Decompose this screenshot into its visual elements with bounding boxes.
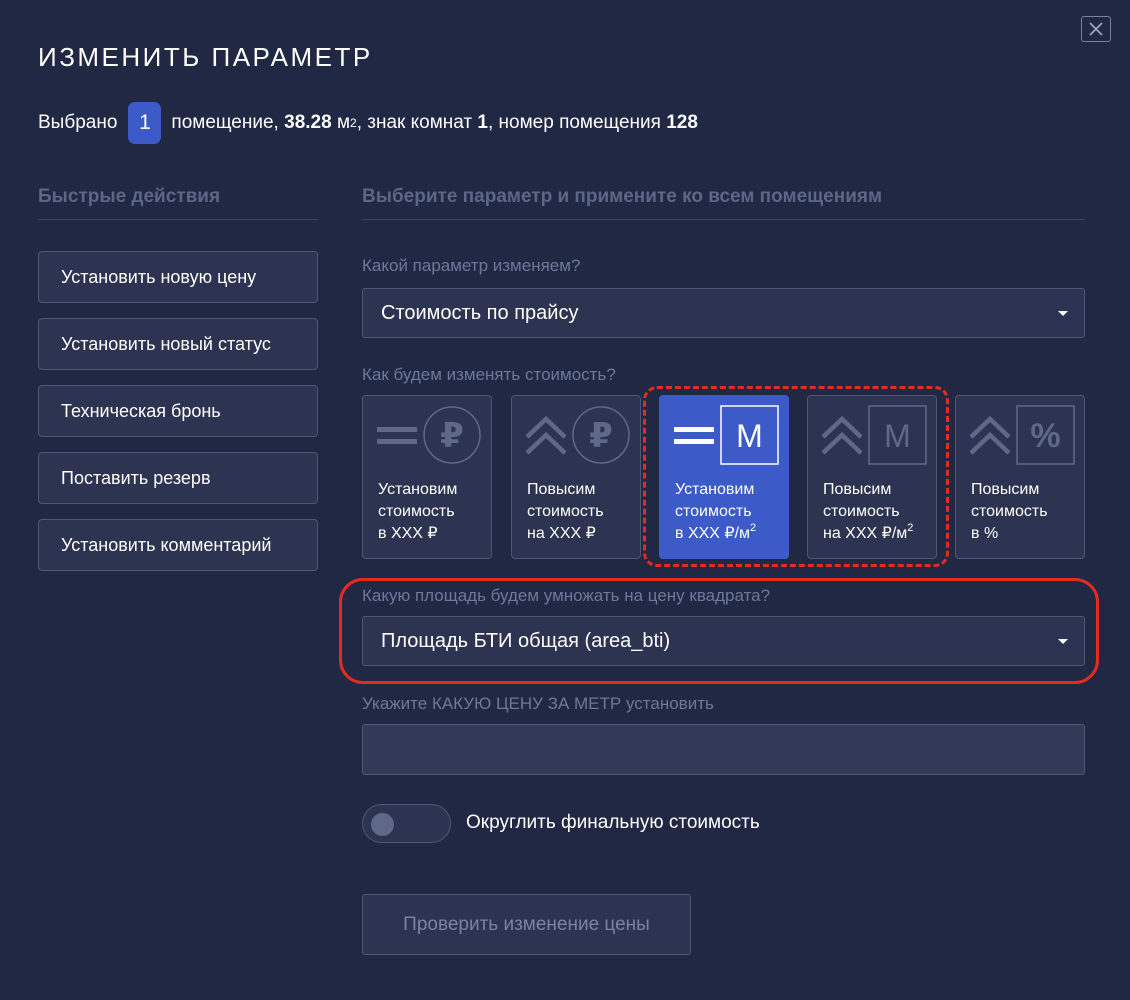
- raise-percent-icon: %: [969, 405, 1075, 465]
- selection-rooms: 1: [477, 112, 488, 133]
- method-card-line3: в %: [971, 525, 999, 542]
- raise-ruble-icon: ₽: [525, 406, 630, 464]
- dialog-title: ИЗМЕНИТЬ ПАРАМЕТР: [38, 42, 373, 72]
- close-icon: [1089, 22, 1103, 36]
- method-card-line2: стоимость: [527, 503, 604, 520]
- method-card-line3: на XXX ₽/м2: [823, 522, 914, 543]
- round-toggle[interactable]: [362, 804, 451, 843]
- param-field-label: Какой параметр изменяем?: [362, 256, 581, 275]
- price-per-meter-input[interactable]: [362, 724, 1085, 775]
- method-card-line2: стоимость: [378, 503, 455, 520]
- svg-text:₽: ₽: [589, 416, 613, 456]
- svg-text:M: M: [736, 418, 763, 454]
- method-card-raise-rub[interactable]: ₽ Повысим стоимость на XXX ₽: [511, 395, 641, 559]
- selection-number: 128: [666, 112, 698, 133]
- selection-area-unit: м: [336, 112, 351, 133]
- selection-unit-text: помещение,: [171, 112, 279, 133]
- method-card-line2: стоимость: [823, 503, 900, 520]
- selection-prefix: Выбрано: [38, 112, 118, 133]
- chevron-down-icon: [1058, 639, 1068, 644]
- method-card-set-rub[interactable]: ₽ Установим стоимость в XXX ₽: [362, 395, 492, 559]
- svg-text:₽: ₽: [440, 416, 464, 456]
- equals-ruble-icon: ₽: [377, 406, 481, 464]
- selection-number-label: , номер помещения: [487, 112, 661, 133]
- method-card-raise-rub-per-m2[interactable]: M Повысим стоимость на XXX ₽/м2: [807, 395, 937, 559]
- set-reserve-button[interactable]: Поставить резерв: [38, 452, 318, 504]
- price-field-label: Укажите КАКУЮ ЦЕНУ ЗА МЕТР установить: [362, 694, 714, 713]
- close-button[interactable]: [1081, 16, 1111, 42]
- selection-count-badge: 1: [128, 102, 162, 144]
- method-card-line2: стоимость: [971, 503, 1048, 520]
- chevron-down-icon: [1058, 311, 1068, 316]
- method-card-line1: Повысим: [527, 481, 596, 498]
- method-card-line1: Повысим: [823, 481, 892, 498]
- param-section-heading: Выберите параметр и примените ко всем по…: [362, 186, 1085, 220]
- method-card-set-rub-per-m2[interactable]: M Установим стоимость в XXX ₽/м2: [659, 395, 789, 559]
- method-card-line3: в XXX ₽: [378, 525, 438, 542]
- selection-area-sup: 2: [350, 116, 357, 130]
- area-field-label: Какую площадь будем умножать на цену ква…: [362, 586, 771, 605]
- selection-area: 38.28: [284, 112, 332, 133]
- quick-actions-heading: Быстрые действия: [38, 186, 318, 220]
- round-toggle-label: Округлить финальную стоимость: [466, 812, 760, 833]
- check-price-change-button[interactable]: Проверить изменение цены: [362, 894, 691, 955]
- method-card-raise-percent[interactable]: % Повысим стоимость в %: [955, 395, 1085, 559]
- param-select-value: Стоимость по прайсу: [381, 301, 579, 324]
- equals-meter-icon: M: [674, 405, 779, 465]
- selection-rooms-label: , знак комнат: [356, 112, 473, 133]
- method-card-line1: Повысим: [971, 481, 1040, 498]
- quick-actions-panel: Быстрые действия Установить новую цену У…: [38, 186, 318, 571]
- method-card-line3: на XXX ₽: [527, 525, 596, 542]
- technical-booking-button[interactable]: Техническая бронь: [38, 385, 318, 437]
- set-new-price-button[interactable]: Установить новую цену: [38, 251, 318, 303]
- set-comment-button[interactable]: Установить комментарий: [38, 519, 318, 571]
- method-field-label: Как будем изменять стоимость?: [362, 365, 616, 384]
- raise-meter-icon: M: [821, 405, 927, 465]
- area-select[interactable]: Площадь БТИ общая (area_bti): [362, 616, 1085, 666]
- svg-text:%: %: [1030, 417, 1060, 455]
- param-panel: Выберите параметр и примените ко всем по…: [362, 186, 1085, 385]
- svg-text:M: M: [884, 418, 911, 454]
- selection-summary: Выбрано 1 помещение, 38.28 м2, знак комн…: [38, 102, 698, 144]
- method-card-line2: стоимость: [675, 503, 752, 520]
- method-card-line1: Установим: [378, 481, 458, 498]
- method-card-line3: в XXX ₽/м2: [675, 522, 757, 543]
- toggle-knob: [371, 813, 394, 836]
- param-select[interactable]: Стоимость по прайсу: [362, 288, 1085, 338]
- method-card-line1: Установим: [675, 481, 755, 498]
- set-new-status-button[interactable]: Установить новый статус: [38, 318, 318, 370]
- area-select-value: Площадь БТИ общая (area_bti): [381, 629, 671, 652]
